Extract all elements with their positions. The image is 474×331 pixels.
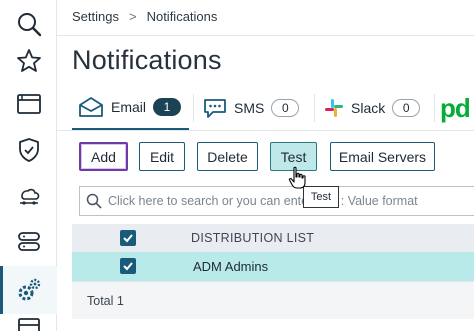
- tabs-divider: [57, 130, 474, 131]
- notification-tabs: Email 1 SMS 0 Slack 0 pd: [72, 86, 474, 130]
- column-header-distribution-list[interactable]: DISTRIBUTION LIST: [191, 231, 314, 245]
- distribution-list-name: ADM Admins: [193, 259, 269, 274]
- slack-icon: [325, 99, 343, 117]
- table-header: DISTRIBUTION LIST: [72, 224, 474, 252]
- search-icon: [86, 193, 102, 209]
- calendar-icon: [17, 318, 40, 331]
- tab-sms-count: 0: [271, 99, 300, 117]
- nav-item-favorites[interactable]: [0, 37, 57, 85]
- tab-pagerduty[interactable]: pd: [440, 86, 474, 130]
- total-count: Total 1: [87, 294, 124, 308]
- tab-slack-label: Slack: [351, 100, 386, 116]
- chat-bubble-icon: [204, 99, 226, 118]
- breadcrumb-settings-link[interactable]: Settings: [72, 9, 119, 24]
- table-row[interactable]: ADM Admins: [72, 252, 474, 281]
- tab-email-count: 1: [153, 98, 182, 116]
- tab-sms[interactable]: SMS 0: [197, 86, 309, 130]
- row-checkbox[interactable]: [120, 258, 136, 274]
- settings-gears-icon: [18, 278, 40, 301]
- database-icon: [17, 232, 40, 251]
- tab-email-label: Email: [111, 99, 147, 115]
- star-icon: [16, 49, 41, 72]
- search-input[interactable]: Click here to search or you can enter Ke…: [108, 194, 418, 208]
- tab-divider: [314, 94, 315, 122]
- nav-item-calendar[interactable]: [0, 312, 57, 331]
- breadcrumb-separator: >: [128, 9, 137, 24]
- header-divider: [57, 35, 474, 36]
- search-icon: [17, 13, 41, 37]
- shield-check-icon: [18, 138, 39, 162]
- edit-button[interactable]: Edit: [139, 142, 185, 171]
- page-title: Notifications: [72, 45, 222, 75]
- tab-slack[interactable]: Slack 0: [318, 86, 430, 130]
- checkmark-icon: [123, 234, 133, 243]
- add-button[interactable]: Add: [79, 142, 128, 171]
- nav-item-settings[interactable]: [0, 266, 57, 314]
- tab-slack-count: 0: [392, 99, 421, 117]
- breadcrumb-current: Notifications: [146, 9, 218, 24]
- nav-item-security[interactable]: [0, 126, 57, 174]
- tab-email[interactable]: Email 1: [72, 86, 189, 130]
- nav-item-applications[interactable]: [0, 80, 57, 128]
- hand-pointer-cursor-icon: [288, 166, 306, 189]
- select-all-checkbox[interactable]: [120, 230, 136, 246]
- tab-divider: [434, 94, 435, 122]
- tab-sms-label: SMS: [234, 100, 265, 116]
- browser-window-icon: [16, 94, 41, 114]
- nav-item-database[interactable]: [0, 218, 57, 266]
- pagerduty-logo: pd: [440, 92, 471, 123]
- cloud-link-icon: [19, 188, 39, 205]
- tab-divider: [193, 94, 194, 122]
- breadcrumb: Settings > Notifications: [72, 9, 217, 24]
- email-servers-button[interactable]: Email Servers: [330, 142, 435, 171]
- table-footer: Total 1: [72, 281, 474, 319]
- delete-button[interactable]: Delete: [197, 142, 258, 171]
- checkmark-icon: [123, 262, 133, 271]
- envelope-icon: [79, 97, 103, 117]
- sidebar: [0, 0, 57, 331]
- search-bar[interactable]: Click here to search or you can enter Ke…: [79, 186, 474, 216]
- nav-item-infrastructure[interactable]: [0, 172, 57, 220]
